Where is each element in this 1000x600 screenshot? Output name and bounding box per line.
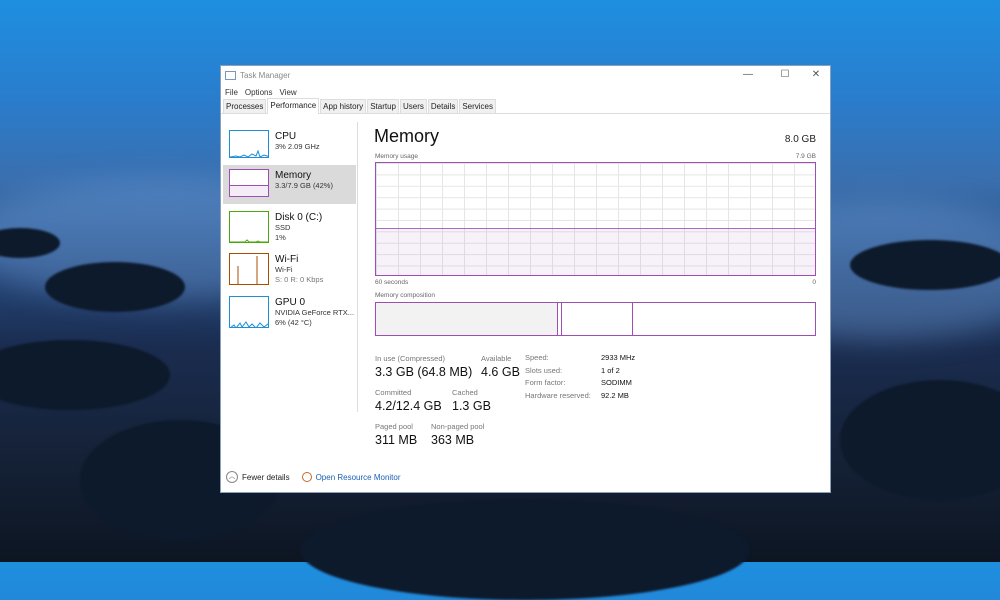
sidebar-detail: Wi-Fi [275, 265, 293, 274]
menu-bar: File Options View [221, 85, 830, 99]
resource-monitor-icon [301, 472, 312, 482]
total-memory: 8.0 GB [784, 134, 816, 145]
tab-app-history[interactable]: App history [320, 99, 367, 113]
window-title: Task Manager [240, 71, 291, 80]
task-manager-icon [225, 71, 236, 80]
sidebar-title: Disk 0 (C:) [275, 212, 323, 223]
sidebar-detail: 3.3/7.9 GB (42%) [275, 181, 333, 190]
rock [850, 240, 1000, 290]
menu-options[interactable]: Options [245, 88, 273, 97]
spec-values: 2933 MHz 1 of 2 SODIMM 92.2 MB [601, 353, 636, 400]
composition-label: Memory composition [375, 292, 435, 299]
tab-performance[interactable]: Performance [267, 98, 320, 114]
chevron-up-icon[interactable]: ︿ [226, 471, 238, 483]
sidebar-item-wifi[interactable]: Wi-Fi Wi-Fi S: 0 R: 0 Kbps [223, 249, 356, 288]
resource-sidebar: CPU 3% 2.09 GHz Memory 3.3/7.9 GB (42%) … [221, 122, 358, 412]
rock [45, 262, 185, 312]
graph-time-end: 0 [812, 279, 816, 286]
sidebar-title: Memory [275, 170, 312, 181]
sidebar-item-disk[interactable]: Disk 0 (C:) SSD 1% [223, 207, 356, 246]
tab-bar: Processes Performance App history Startu… [221, 98, 830, 114]
tab-processes[interactable]: Processes [223, 99, 267, 113]
cached-stat: Cached 1.3 GB [452, 388, 491, 413]
sidebar-detail: S: 0 R: 0 Kbps [275, 275, 324, 284]
available-stat: Available 4.6 GB [481, 354, 520, 379]
usage-fill [376, 227, 815, 275]
graph-time-start: 60 seconds [375, 279, 409, 286]
sidebar-item-gpu[interactable]: GPU 0 NVIDIA GeForce RTX... 6% (42 °C) [223, 292, 356, 331]
rock [0, 340, 170, 410]
memory-composition-bar [375, 302, 816, 336]
sidebar-detail: 1% [275, 233, 286, 242]
open-resource-monitor-link[interactable]: Open Resource Monitor [316, 473, 401, 482]
wifi-thumbnail-graph [229, 253, 269, 285]
sidebar-detail: 6% (42 °C) [275, 318, 312, 327]
sidebar-detail: 3% 2.09 GHz [275, 142, 320, 151]
sidebar-item-memory[interactable]: Memory 3.3/7.9 GB (42%) [223, 165, 356, 204]
gpu-thumbnail-graph [229, 296, 269, 328]
cpu-thumbnail-graph [229, 130, 269, 158]
tab-users[interactable]: Users [399, 99, 427, 113]
memory-thumbnail-graph [229, 169, 269, 197]
disk-thumbnail-graph [229, 211, 269, 243]
sidebar-item-cpu[interactable]: CPU 3% 2.09 GHz [223, 126, 356, 165]
in-use-stat: In use (Compressed) 3.3 GB (64.8 MB) [375, 354, 473, 379]
nonpaged-pool-stat: Non-paged pool 363 MB [431, 422, 485, 447]
sidebar-detail: NVIDIA GeForce RTX... [275, 308, 355, 317]
task-manager-window: Task Manager — ☐ ✕ File Options View Pro… [220, 65, 831, 493]
maximize-button[interactable]: ☐ [770, 69, 800, 80]
tab-services[interactable]: Services [459, 99, 497, 113]
rock [300, 500, 750, 600]
free-segment [633, 303, 815, 335]
rock [840, 380, 1000, 500]
committed-stat: Committed 4.2/12.4 GB [375, 388, 442, 413]
usage-graph-max: 7.9 GB [795, 153, 816, 160]
usage-graph-label: Memory usage [375, 153, 418, 160]
sidebar-title: Wi-Fi [275, 254, 299, 265]
spec-labels: Speed: Slots used: Form factor: Hardware re… [525, 353, 591, 400]
tab-startup[interactable]: Startup [367, 99, 399, 113]
title-bar: Task Manager — ☐ ✕ [221, 66, 830, 85]
menu-file[interactable]: File [225, 88, 238, 97]
sidebar-title: GPU 0 [275, 297, 306, 308]
close-button[interactable]: ✕ [801, 69, 831, 80]
tab-details[interactable]: Details [427, 99, 459, 113]
page-title: Memory [374, 126, 440, 146]
minimize-button[interactable]: — [733, 69, 763, 80]
in-use-segment [376, 303, 558, 335]
paged-pool-stat: Paged pool 311 MB [375, 422, 418, 447]
standby-segment [562, 303, 633, 335]
menu-view[interactable]: View [279, 88, 296, 97]
fewer-details-button[interactable]: Fewer details [242, 473, 290, 482]
sidebar-title: CPU [275, 131, 297, 142]
sidebar-detail: SSD [275, 223, 291, 232]
footer: ︿ Fewer details Open Resource Monitor [226, 471, 401, 483]
memory-usage-graph [375, 162, 816, 276]
